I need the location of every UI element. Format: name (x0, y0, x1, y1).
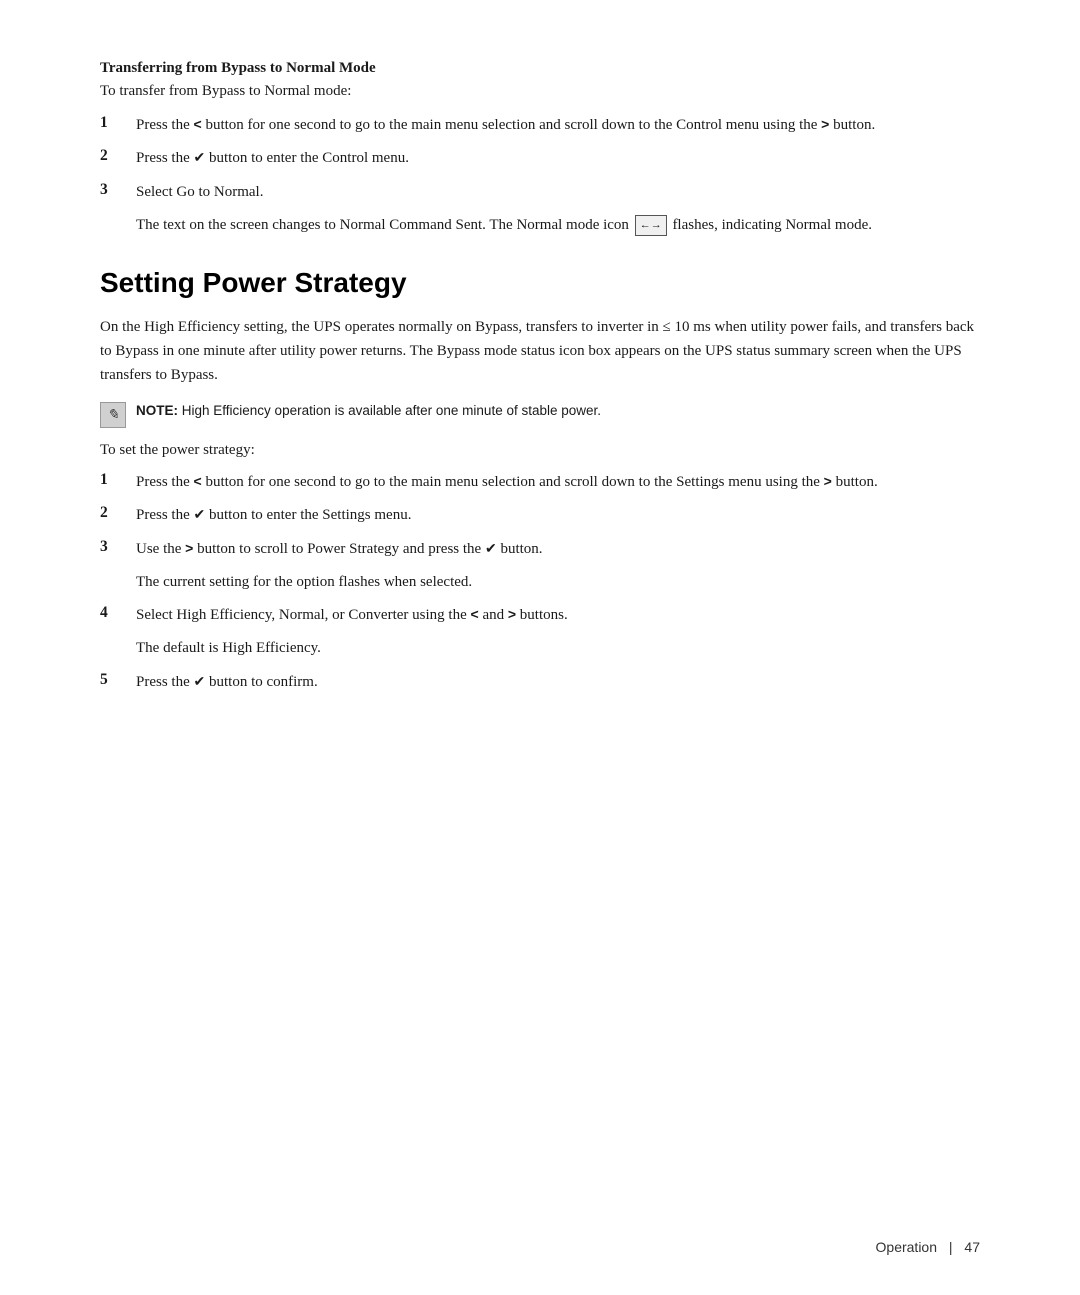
check-button-icon: ✔ (194, 148, 206, 170)
note-box: ✎ NOTE: High Efficiency operation is ava… (100, 401, 980, 428)
setting-power-strategy-section: Setting Power Strategy On the High Effic… (100, 267, 980, 694)
step-content: Use the > button to scroll to Power Stra… (136, 538, 980, 561)
step-content: Press the ✔ button to enter the Control … (136, 147, 980, 170)
left-button-icon: < (194, 471, 202, 493)
note-label: NOTE: (136, 403, 178, 418)
step-number: 2 (100, 504, 136, 522)
note-text: NOTE: High Efficiency operation is avail… (136, 401, 601, 421)
normal-mode-icon: ←→ (635, 215, 667, 236)
step3-ps-subnote: The current setting for the option flash… (136, 571, 980, 594)
footer-label: Operation (876, 1239, 937, 1255)
step-number: 3 (100, 181, 136, 199)
step-number: 5 (100, 671, 136, 689)
step-content: Select Go to Normal. (136, 181, 980, 204)
power-strategy-steps-list-continued: 4 Select High Efficiency, Normal, or Con… (100, 604, 980, 627)
step-content: Press the < button for one second to go … (136, 114, 980, 137)
note-icon: ✎ (100, 402, 126, 428)
page-footer: Operation | 47 (876, 1239, 980, 1255)
step-content: Select High Efficiency, Normal, or Conve… (136, 604, 980, 627)
footer-divider: | (949, 1239, 953, 1255)
bypass-heading: Transferring from Bypass to Normal Mode (100, 60, 980, 77)
right-button-icon: > (508, 604, 516, 626)
note-content: High Efficiency operation is available a… (182, 403, 601, 418)
right-button-icon: > (821, 114, 829, 136)
step-number: 3 (100, 538, 136, 556)
to-set-intro: To set the power strategy: (100, 442, 980, 459)
left-button-icon: < (471, 604, 479, 626)
list-item: 1 Press the < button for one second to g… (100, 114, 980, 137)
list-item: 2 Press the ✔ button to enter the Contro… (100, 147, 980, 170)
power-strategy-steps-list-final: 5 Press the ✔ button to confirm. (100, 671, 980, 694)
step-number: 2 (100, 147, 136, 165)
step4-ps-subnote: The default is High Efficiency. (136, 637, 980, 660)
check-button-icon: ✔ (194, 505, 206, 527)
right-button-icon: > (824, 471, 832, 493)
bypass-to-normal-section: Transferring from Bypass to Normal Mode … (100, 60, 980, 237)
bypass-intro: To transfer from Bypass to Normal mode: (100, 83, 980, 100)
step-number: 1 (100, 471, 136, 489)
step3-subnote: The text on the screen changes to Normal… (136, 214, 980, 237)
main-section-heading: Setting Power Strategy (100, 267, 980, 299)
list-item: 1 Press the < button for one second to g… (100, 471, 980, 494)
bypass-steps-list: 1 Press the < button for one second to g… (100, 114, 980, 204)
list-item: 2 Press the ✔ button to enter the Settin… (100, 504, 980, 527)
step-content: Press the ✔ button to enter the Settings… (136, 504, 980, 527)
right-button-icon: > (185, 538, 193, 560)
check-button-icon: ✔ (194, 672, 206, 694)
step-content: Press the < button for one second to go … (136, 471, 980, 494)
list-item: 5 Press the ✔ button to confirm. (100, 671, 980, 694)
main-paragraph: On the High Efficiency setting, the UPS … (100, 315, 980, 387)
list-item: 3 Use the > button to scroll to Power St… (100, 538, 980, 561)
step-number: 1 (100, 114, 136, 132)
page-number: 47 (964, 1239, 980, 1255)
list-item: 3 Select Go to Normal. (100, 181, 980, 204)
list-item: 4 Select High Efficiency, Normal, or Con… (100, 604, 980, 627)
check-button-icon: ✔ (485, 539, 497, 561)
step-number: 4 (100, 604, 136, 622)
step-content: Press the ✔ button to confirm. (136, 671, 980, 694)
power-strategy-steps-list: 1 Press the < button for one second to g… (100, 471, 980, 561)
left-button-icon: < (194, 114, 202, 136)
